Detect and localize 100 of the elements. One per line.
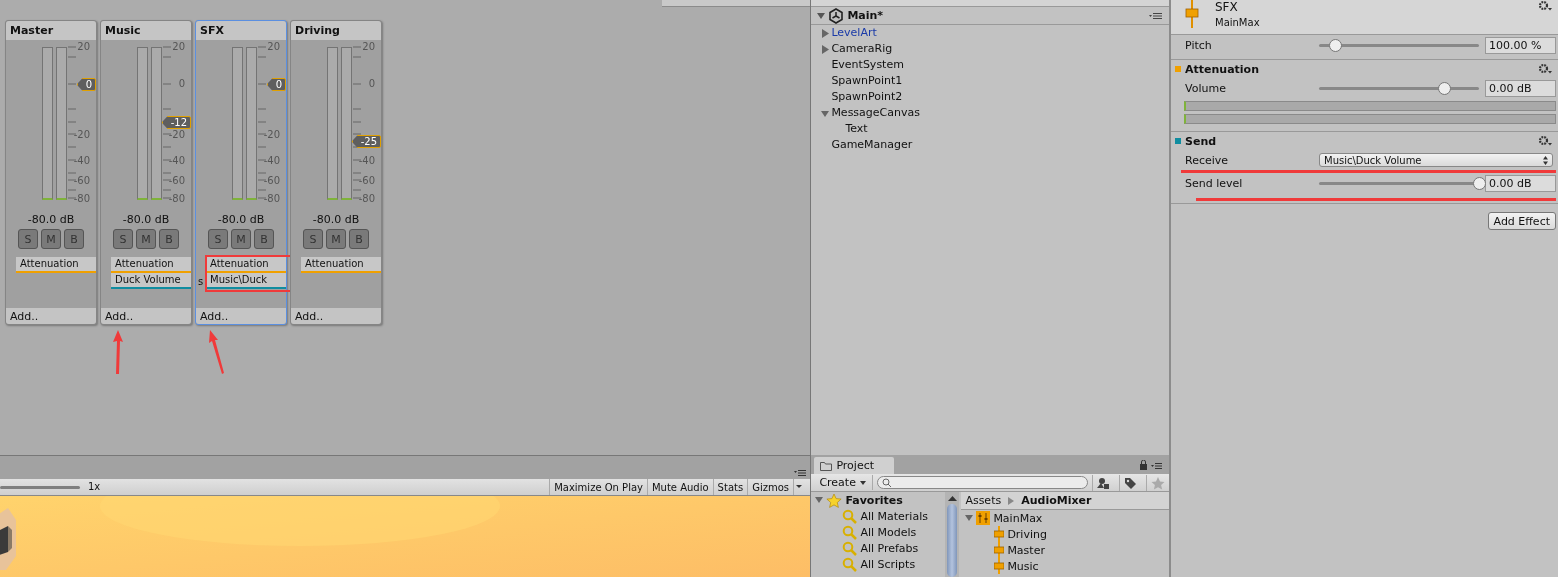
collapse-arrow-icon[interactable] xyxy=(815,496,824,504)
menu-icon[interactable] xyxy=(1148,11,1163,20)
effect-slot[interactable]: Attenuation xyxy=(16,257,96,273)
favorite-item[interactable]: All Scripts xyxy=(860,557,916,571)
fader-handle[interactable]: 0 xyxy=(266,78,286,91)
fader-handle[interactable]: -25 xyxy=(351,135,381,149)
toolbar-button[interactable]: Maximize On Play xyxy=(549,479,647,495)
mixer-asset-icon xyxy=(976,511,991,525)
slider-thumb[interactable] xyxy=(1437,82,1451,95)
breadcrumb-item[interactable]: AudioMixer xyxy=(1021,494,1092,507)
scale-label: 20 xyxy=(362,42,375,52)
menu-icon[interactable] xyxy=(794,469,806,477)
scale-label: 20 xyxy=(172,42,185,52)
scale-label: -40 xyxy=(168,156,185,166)
settings-icon[interactable] xyxy=(1538,63,1552,75)
hierarchy-item[interactable]: SpawnPoint1 xyxy=(831,73,903,89)
toolbar-button[interactable]: Gizmos xyxy=(747,479,793,495)
hierarchy-item[interactable]: MessageCanvas xyxy=(831,105,920,121)
search-icon xyxy=(842,524,858,540)
breadcrumb-item[interactable]: Assets xyxy=(965,494,1002,507)
section-title: Attenuation xyxy=(1185,62,1259,76)
scale-label: 20 xyxy=(77,42,90,52)
group-item[interactable]: Master xyxy=(1007,543,1045,557)
add-effect-button[interactable]: Add.. xyxy=(291,308,381,324)
hierarchy-item[interactable]: EventSystem xyxy=(831,57,904,73)
group-item[interactable]: Driving xyxy=(1007,527,1047,541)
star-icon xyxy=(826,492,843,508)
value-field[interactable]: 100.00 % xyxy=(1485,36,1556,54)
db-reading: -80.0 dB xyxy=(216,213,266,227)
mixer-strip[interactable]: Master 20 -20 -40 -60 -80 0 -80.0 dB S M B Attenuation Add.. xyxy=(5,20,97,325)
lock-icon[interactable] xyxy=(1138,460,1163,470)
scale-label: -80 xyxy=(73,194,90,204)
strip-title: SFX xyxy=(196,21,286,40)
chevron-icon xyxy=(1007,496,1016,505)
mixer-strip[interactable]: Driving 20 0 -40 -60 -80 -25 -80.0 dB S M B Attenuation Add.. xyxy=(290,20,382,325)
scale-label: -20 xyxy=(263,130,280,140)
asset-item[interactable]: MainMax xyxy=(993,511,1043,525)
scale-label: -40 xyxy=(358,156,375,166)
slider-thumb[interactable] xyxy=(1473,177,1486,190)
effect-slot[interactable]: Attenuation xyxy=(206,257,286,273)
strip-title: Driving xyxy=(291,21,381,40)
expand-arrow-icon[interactable] xyxy=(821,44,830,54)
scale-label: 0 xyxy=(368,79,375,89)
hierarchy-item[interactable]: GameManager xyxy=(831,137,913,153)
expand-arrow-icon[interactable] xyxy=(817,11,826,20)
value-field[interactable]: 0.00 dB xyxy=(1485,174,1556,192)
favorite-item[interactable]: All Prefabs xyxy=(860,541,919,555)
scale-label: -80 xyxy=(358,194,375,204)
scale-label: -80 xyxy=(168,194,185,204)
effect-slot[interactable]: Duck Volume xyxy=(111,273,191,289)
add-effect-button[interactable]: Add.. xyxy=(6,308,96,324)
fader-handle[interactable]: 0 xyxy=(76,78,96,91)
search-field[interactable] xyxy=(876,476,1088,489)
group-item[interactable]: Music xyxy=(1007,559,1039,573)
hierarchy-item[interactable]: CameraRig xyxy=(831,41,893,57)
add-effect-button[interactable]: Add Effect xyxy=(1487,212,1556,230)
scrollbar[interactable] xyxy=(945,492,960,577)
favorite-item[interactable]: All Materials xyxy=(860,509,928,523)
add-effect-button[interactable]: Add.. xyxy=(101,308,191,324)
add-effect-button[interactable]: Add.. xyxy=(196,308,286,324)
receive-dropdown[interactable]: Music\Duck Volume xyxy=(1319,153,1553,167)
create-dropdown[interactable]: Create xyxy=(814,475,873,490)
hierarchy-item[interactable]: LevelArt xyxy=(831,25,877,41)
hierarchy-item[interactable]: Text xyxy=(845,121,868,137)
toolbar-button[interactable]: Mute Audio xyxy=(646,479,713,495)
scale-label: -20 xyxy=(168,130,185,140)
toolbar-button[interactable]: Stats xyxy=(712,479,748,495)
effect-slot[interactable]: Attenuation xyxy=(111,257,191,273)
field-label: Volume xyxy=(1185,81,1227,95)
effect-slot[interactable]: Attenuation xyxy=(301,257,381,273)
inspector-title: SFX xyxy=(1215,0,1239,14)
slider-thumb[interactable] xyxy=(1329,39,1342,52)
project-tab[interactable]: Project xyxy=(814,457,894,474)
fader-handle[interactable]: -12 xyxy=(161,116,191,130)
collapse-arrow-icon[interactable] xyxy=(821,108,830,118)
settings-icon[interactable] xyxy=(1538,135,1552,147)
inspector-subtitle: MainMax xyxy=(1215,16,1260,30)
expand-arrow-icon[interactable] xyxy=(821,28,830,38)
caret-icon[interactable] xyxy=(793,479,804,495)
scale-label: 0 xyxy=(178,79,185,89)
scale-label: -60 xyxy=(73,176,90,186)
section-title: Send xyxy=(1185,134,1217,148)
hierarchy-item[interactable]: SpawnPoint2 xyxy=(831,89,903,105)
tab-label: Project xyxy=(836,459,874,472)
value-field[interactable]: 0.00 dB xyxy=(1485,79,1556,97)
scale-label: -40 xyxy=(263,156,280,166)
db-reading: -80.0 dB xyxy=(26,213,76,227)
scroll-up-icon[interactable] xyxy=(947,495,957,502)
folder-icon xyxy=(820,460,833,471)
collapse-arrow-icon[interactable] xyxy=(965,514,974,522)
effect-slot[interactable]: Music\Duck xyxy=(206,273,286,289)
fader-icon xyxy=(1185,0,1199,28)
settings-icon[interactable] xyxy=(1538,0,1552,12)
search-icon xyxy=(842,508,858,524)
strip-title: Music xyxy=(101,21,191,40)
unity-logo-icon xyxy=(828,7,845,24)
scale-label: 20 xyxy=(267,42,280,52)
slider-rail[interactable] xyxy=(0,485,80,489)
favorite-item[interactable]: All Models xyxy=(860,525,917,539)
scale-label: -80 xyxy=(263,194,280,204)
